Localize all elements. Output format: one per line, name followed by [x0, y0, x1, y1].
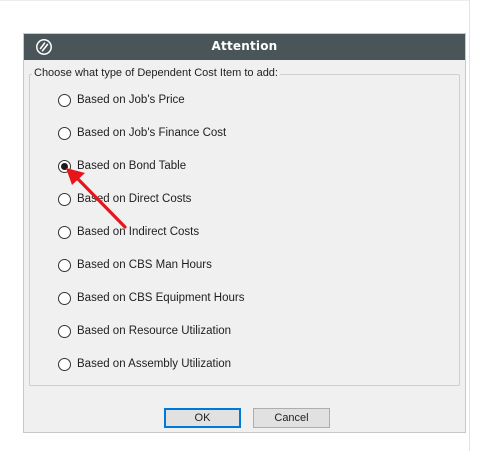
option-label: Based on Direct Costs [77, 193, 192, 205]
option-cbs-equipment-hours[interactable]: Based on CBS Equipment Hours [58, 290, 244, 306]
option-bond-table[interactable]: Based on Bond Table [58, 158, 186, 174]
radio-button-selected[interactable] [58, 159, 71, 173]
radio-button[interactable] [58, 192, 71, 206]
option-label: Based on Assembly Utilization [77, 358, 232, 370]
radio-button[interactable] [58, 357, 71, 371]
option-label: Based on Indirect Costs [77, 226, 200, 238]
option-jobs-price[interactable]: Based on Job's Price [58, 92, 185, 108]
group-label: Choose what type of Dependent Cost Item … [32, 67, 280, 79]
option-cbs-man-hours[interactable]: Based on CBS Man Hours [58, 257, 212, 273]
radio-button[interactable] [58, 324, 71, 338]
ok-button[interactable]: OK [164, 408, 241, 428]
option-label: Based on CBS Man Hours [77, 259, 212, 271]
option-direct-costs[interactable]: Based on Direct Costs [58, 191, 191, 207]
option-label: Based on Job's Finance Cost [77, 127, 227, 139]
option-assembly-utilization[interactable]: Based on Assembly Utilization [58, 356, 231, 372]
option-jobs-finance-cost[interactable]: Based on Job's Finance Cost [58, 125, 226, 141]
radio-button[interactable] [58, 291, 71, 305]
radio-button[interactable] [58, 126, 71, 140]
radio-button[interactable] [58, 93, 71, 107]
option-label: Based on Resource Utilization [77, 325, 232, 337]
option-label: Based on Job's Price [77, 94, 185, 106]
radio-button[interactable] [58, 225, 71, 239]
option-label: Based on Bond Table [77, 160, 187, 172]
option-label: Based on CBS Equipment Hours [77, 292, 245, 304]
cancel-button[interactable]: Cancel [253, 408, 330, 428]
option-resource-utilization[interactable]: Based on Resource Utilization [58, 323, 231, 339]
radio-button[interactable] [58, 258, 71, 272]
attention-dialog: Attention Choose what type of Dependent … [23, 33, 466, 433]
dialog-titlebar: Attention [24, 34, 465, 60]
option-indirect-costs[interactable]: Based on Indirect Costs [58, 224, 199, 240]
dialog-title: Attention [211, 39, 278, 53]
